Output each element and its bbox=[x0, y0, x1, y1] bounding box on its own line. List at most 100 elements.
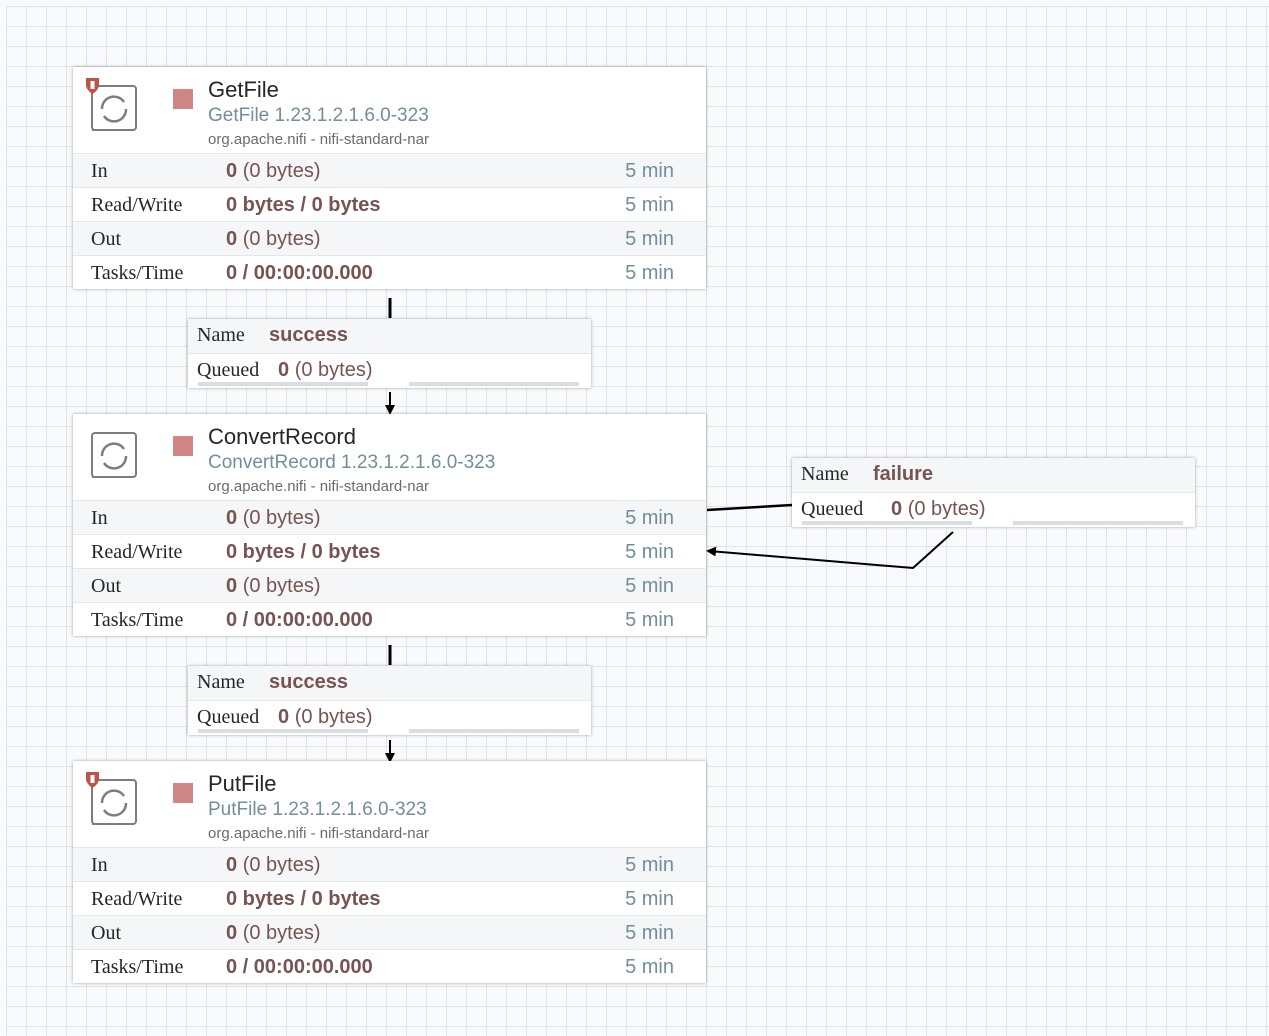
connection-queued-row: Queued 0 (0 bytes) bbox=[792, 493, 1195, 527]
stat-row-out: Out 0 (0 bytes) 5 min bbox=[73, 915, 706, 949]
connection-name-row: Name failure bbox=[792, 458, 1195, 493]
processor-type: GetFile 1.23.1.2.1.6.0-323 bbox=[208, 105, 429, 126]
processor-name: ConvertRecord bbox=[208, 424, 356, 449]
connection-name: failure bbox=[873, 463, 934, 485]
stat-time: 5 min bbox=[625, 160, 674, 182]
stat-row-rw: Read/Write 0 bytes / 0 bytes 5 min bbox=[73, 187, 706, 221]
stat-bytes: (0 bytes) bbox=[242, 922, 321, 944]
stat-time: 5 min bbox=[625, 507, 674, 529]
processor-header[interactable]: PutFile PutFile 1.23.1.2.1.6.0-323 org.apa… bbox=[73, 761, 706, 847]
stat-row-in: In 0 (0 bytes) 5 min bbox=[73, 847, 706, 881]
connection-queued-key: Queued bbox=[801, 498, 864, 520]
queued-bytes: (0 bytes) bbox=[294, 359, 373, 381]
stopped-square-icon bbox=[173, 89, 193, 109]
stat-count: 0 bbox=[226, 160, 238, 182]
processor-getfile[interactable]: GetFile GetFile 1.23.1.2.1.6.0-323 org.apa… bbox=[73, 67, 706, 289]
connection-queued-row: Queued 0 (0 bytes) bbox=[188, 354, 591, 388]
connection-queued: 0 (0 bytes) bbox=[278, 706, 373, 729]
connection-name: success bbox=[269, 324, 348, 346]
stat-label: Out bbox=[91, 228, 121, 250]
queued-count: 0 bbox=[278, 359, 290, 381]
queued-bytes: (0 bytes) bbox=[294, 706, 373, 728]
processor-type: PutFile 1.23.1.2.1.6.0-323 bbox=[208, 799, 427, 820]
stat-value-text: 0 bytes / 0 bytes bbox=[226, 541, 381, 563]
stat-bytes: (0 bytes) bbox=[242, 228, 321, 250]
stat-row-rw: Read/Write 0 bytes / 0 bytes 5 min bbox=[73, 534, 706, 568]
stat-label: In bbox=[91, 507, 108, 529]
connection-line-failure-back[interactable] bbox=[706, 531, 954, 570]
stat-row-in: In 0 (0 bytes) 5 min bbox=[73, 500, 706, 534]
processor-bundle: org.apache.nifi - nifi-standard-nar bbox=[208, 825, 429, 842]
stat-value-text: 0 / 00:00:00.000 bbox=[226, 609, 373, 631]
stat-label: Read/Write bbox=[91, 541, 183, 563]
stat-value: 0 bytes / 0 bytes bbox=[226, 194, 381, 217]
processor-header[interactable]: GetFile GetFile 1.23.1.2.1.6.0-323 org.apa… bbox=[73, 67, 706, 153]
processor-type: ConvertRecord 1.23.1.2.1.6.0-323 bbox=[208, 452, 496, 473]
stat-count: 0 bbox=[226, 507, 238, 529]
connection-label-success[interactable]: Name success Queued 0 (0 bytes) bbox=[188, 666, 591, 735]
stat-bytes: (0 bytes) bbox=[242, 507, 321, 529]
stat-value-text: 0 bytes / 0 bytes bbox=[226, 888, 381, 910]
stat-value: 0 (0 bytes) bbox=[226, 160, 321, 183]
processor-header[interactable]: ConvertRecord ConvertRecord 1.23.1.2.1.6.… bbox=[73, 414, 706, 500]
stopped-square-icon bbox=[173, 436, 193, 456]
stat-time: 5 min bbox=[625, 262, 674, 284]
queue-size-bar bbox=[409, 382, 579, 386]
processor-bundle: org.apache.nifi - nifi-standard-nar bbox=[208, 131, 429, 148]
stat-value: 0 / 00:00:00.000 bbox=[226, 956, 373, 979]
processor-bundle: org.apache.nifi - nifi-standard-nar bbox=[208, 478, 429, 495]
connection-line-failure-out[interactable] bbox=[706, 503, 793, 512]
connection-queued-key: Queued bbox=[197, 706, 260, 728]
processor-name: GetFile bbox=[208, 77, 279, 102]
stat-count: 0 bbox=[226, 922, 238, 944]
stat-count: 0 bbox=[226, 575, 238, 597]
queue-count-bar bbox=[802, 521, 972, 525]
stat-bytes: (0 bytes) bbox=[242, 575, 321, 597]
stat-value: 0 / 00:00:00.000 bbox=[226, 609, 373, 632]
restricted-shield-icon bbox=[85, 771, 100, 789]
stat-label: Out bbox=[91, 575, 121, 597]
connection-name: success bbox=[269, 671, 348, 693]
queue-size-bar bbox=[1013, 521, 1183, 525]
stat-time: 5 min bbox=[625, 854, 674, 876]
stat-time: 5 min bbox=[625, 888, 674, 910]
stat-time: 5 min bbox=[625, 575, 674, 597]
stat-label: Tasks/Time bbox=[91, 262, 184, 284]
queue-count-bar bbox=[198, 729, 368, 733]
stat-value: 0 / 00:00:00.000 bbox=[226, 262, 373, 285]
stat-value: 0 (0 bytes) bbox=[226, 575, 321, 598]
stat-count: 0 bbox=[226, 228, 238, 250]
stat-value-text: 0 / 00:00:00.000 bbox=[226, 262, 373, 284]
connection-name-key: Name bbox=[801, 463, 849, 485]
connection-name-key: Name bbox=[197, 671, 245, 693]
stat-row-tasks: Tasks/Time 0 / 00:00:00.000 5 min bbox=[73, 602, 706, 636]
stat-row-out: Out 0 (0 bytes) 5 min bbox=[73, 568, 706, 602]
stat-label: In bbox=[91, 854, 108, 876]
stat-value-text: 0 / 00:00:00.000 bbox=[226, 956, 373, 978]
processor-gear-icon bbox=[89, 430, 139, 482]
processor-putfile[interactable]: PutFile PutFile 1.23.1.2.1.6.0-323 org.apa… bbox=[73, 761, 706, 983]
stat-time: 5 min bbox=[625, 956, 674, 978]
stat-label: Out bbox=[91, 922, 121, 944]
stat-row-rw: Read/Write 0 bytes / 0 bytes 5 min bbox=[73, 881, 706, 915]
connection-queued-key: Queued bbox=[197, 359, 260, 381]
connection-queued-row: Queued 0 (0 bytes) bbox=[188, 701, 591, 735]
connection-label-success[interactable]: Name success Queued 0 (0 bytes) bbox=[188, 319, 591, 388]
connection-name-key: Name bbox=[197, 324, 245, 346]
processor-convertrecord[interactable]: ConvertRecord ConvertRecord 1.23.1.2.1.6.… bbox=[73, 414, 706, 636]
stat-time: 5 min bbox=[625, 194, 674, 216]
queue-count-bar bbox=[198, 382, 368, 386]
stopped-square-icon bbox=[173, 783, 193, 803]
stat-value: 0 bytes / 0 bytes bbox=[226, 541, 381, 564]
connection-label-failure[interactable]: Name failure Queued 0 (0 bytes) bbox=[792, 458, 1195, 527]
stat-value: 0 bytes / 0 bytes bbox=[226, 888, 381, 911]
stat-value: 0 (0 bytes) bbox=[226, 854, 321, 877]
queue-size-bar bbox=[409, 729, 579, 733]
stat-time: 5 min bbox=[625, 228, 674, 250]
stat-label: Tasks/Time bbox=[91, 609, 184, 631]
stat-label: In bbox=[91, 160, 108, 182]
stat-label: Tasks/Time bbox=[91, 956, 184, 978]
connection-queued: 0 (0 bytes) bbox=[891, 498, 986, 521]
stat-time: 5 min bbox=[625, 609, 674, 631]
stat-value: 0 (0 bytes) bbox=[226, 507, 321, 530]
